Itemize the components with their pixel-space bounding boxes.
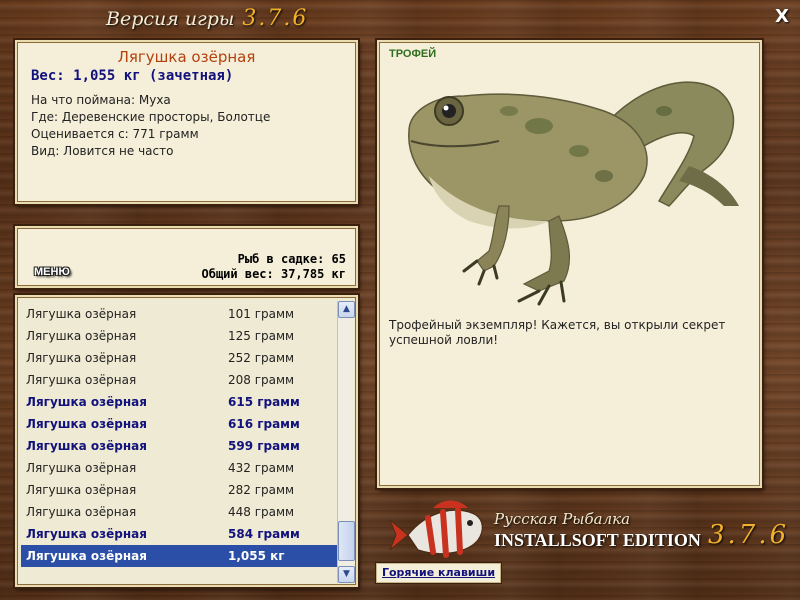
list-item-name: Лягушка озёрная — [26, 395, 147, 409]
scroll-thumb[interactable] — [338, 521, 355, 561]
hotkeys-button[interactable]: Горячие клавиши — [375, 562, 502, 584]
catch-list: Лягушка озёрная 101 грамм Лягушка озёрная 1… — [21, 303, 339, 567]
fish-rated-from: Оценивается с: 771 грамм — [31, 127, 199, 141]
fish-info-panel: Лягушка озёрная Вес: 1,055 кг (зачетная)… — [15, 40, 358, 204]
fish-bait: На что поймана: Муха — [31, 93, 171, 107]
brand-line2: INSTALLSOFT EDITION — [494, 530, 701, 550]
list-item-weight: 125 грамм — [228, 329, 295, 343]
list-item-name: Лягушка озёрная — [26, 417, 147, 431]
list-item[interactable]: Лягушка озёрная 252 грамм — [21, 347, 339, 369]
list-item[interactable]: Лягушка озёрная 584 грамм — [21, 523, 339, 545]
total-weight: Общий вес: 37,785 кг — [201, 267, 347, 281]
list-item-name: Лягушка озёрная — [26, 461, 137, 475]
list-item-weight: 101 грамм — [228, 307, 295, 321]
frog-image — [408, 81, 739, 306]
list-item[interactable]: Лягушка озёрная 615 грамм — [21, 391, 339, 413]
list-item-weight: 584 грамм — [228, 527, 300, 541]
fish-name: Лягушка озёрная — [117, 48, 256, 66]
list-item-name: Лягушка озёрная — [26, 351, 137, 365]
list-item-name: Лягушка озёрная — [26, 527, 147, 541]
list-item[interactable]: Лягушка озёрная 616 грамм — [21, 413, 339, 435]
list-item-weight: 432 грамм — [228, 461, 295, 475]
list-item-weight: 252 грамм — [228, 351, 295, 365]
list-item[interactable]: Лягушка озёрная 282 грамм — [21, 479, 339, 501]
list-item-weight: 208 грамм — [228, 373, 295, 387]
fish-weight: Вес: 1,055 кг (зачетная) — [31, 68, 234, 84]
scroll-up-icon[interactable]: ▲ — [338, 301, 355, 318]
list-item-name: Лягушка озёрная — [26, 483, 137, 497]
list-item-weight: 615 грамм — [228, 395, 300, 409]
list-item-name: Лягушка озёрная — [26, 307, 137, 321]
title-version: 3.7.6 — [242, 6, 309, 31]
list-item-name: Лягушка озёрная — [26, 329, 137, 343]
list-item-weight: 1,055 кг — [228, 549, 285, 563]
list-item[interactable]: Лягушка озёрная 1,055 кг — [21, 545, 339, 567]
menu-button[interactable]: МЕНЮ — [34, 266, 70, 278]
brand-version: 3.7.6 — [708, 520, 790, 550]
list-item-weight: 282 грамм — [228, 483, 295, 497]
list-item-name: Лягушка озёрная — [26, 373, 137, 387]
fish-kind: Вид: Ловится не часто — [31, 144, 174, 158]
list-item-weight: 448 грамм — [228, 505, 295, 519]
list-item-weight: 599 грамм — [228, 439, 300, 453]
list-item[interactable]: Лягушка озёрная 432 грамм — [21, 457, 339, 479]
window-title: Версия игры 3.7.6 — [106, 6, 308, 31]
title-text: Версия игры — [106, 8, 235, 30]
list-item-name: Лягушка озёрная — [26, 549, 147, 563]
catch-list-scrollbar[interactable]: ▲ ▼ — [337, 301, 355, 583]
net-stats-panel: Рыб в садке: 65 Общий вес: 37,785 кг — [15, 226, 358, 288]
list-item-weight: 616 грамм — [228, 417, 300, 431]
trophy-description: Трофейный экземпляр! Кажется, вы открыли… — [389, 318, 726, 347]
list-item[interactable]: Лягушка озёрная 208 грамм — [21, 369, 339, 391]
fish-location: Где: Деревенские просторы, Болотце — [31, 110, 271, 124]
list-item[interactable]: Лягушка озёрная 101 грамм — [21, 303, 339, 325]
list-item[interactable]: Лягушка озёрная 599 грамм — [21, 435, 339, 457]
trophy-panel: ТРОФЕЙ Трофейный экземпляр! Кажется, вы … — [377, 40, 762, 488]
close-icon[interactable]: X — [771, 6, 793, 28]
brand-line1: Русская Рыбалка — [494, 510, 631, 528]
scroll-down-icon[interactable]: ▼ — [338, 566, 355, 583]
catch-list-panel: Лягушка озёрная 101 грамм Лягушка озёрная 1… — [15, 295, 358, 587]
fish-in-net-count: Рыб в садке: 65 — [237, 252, 346, 266]
list-item[interactable]: Лягушка озёрная 125 грамм — [21, 325, 339, 347]
list-item-name: Лягушка озёрная — [26, 505, 137, 519]
list-item[interactable]: Лягушка озёрная 448 грамм — [21, 501, 339, 523]
list-item-name: Лягушка озёрная — [26, 439, 147, 453]
